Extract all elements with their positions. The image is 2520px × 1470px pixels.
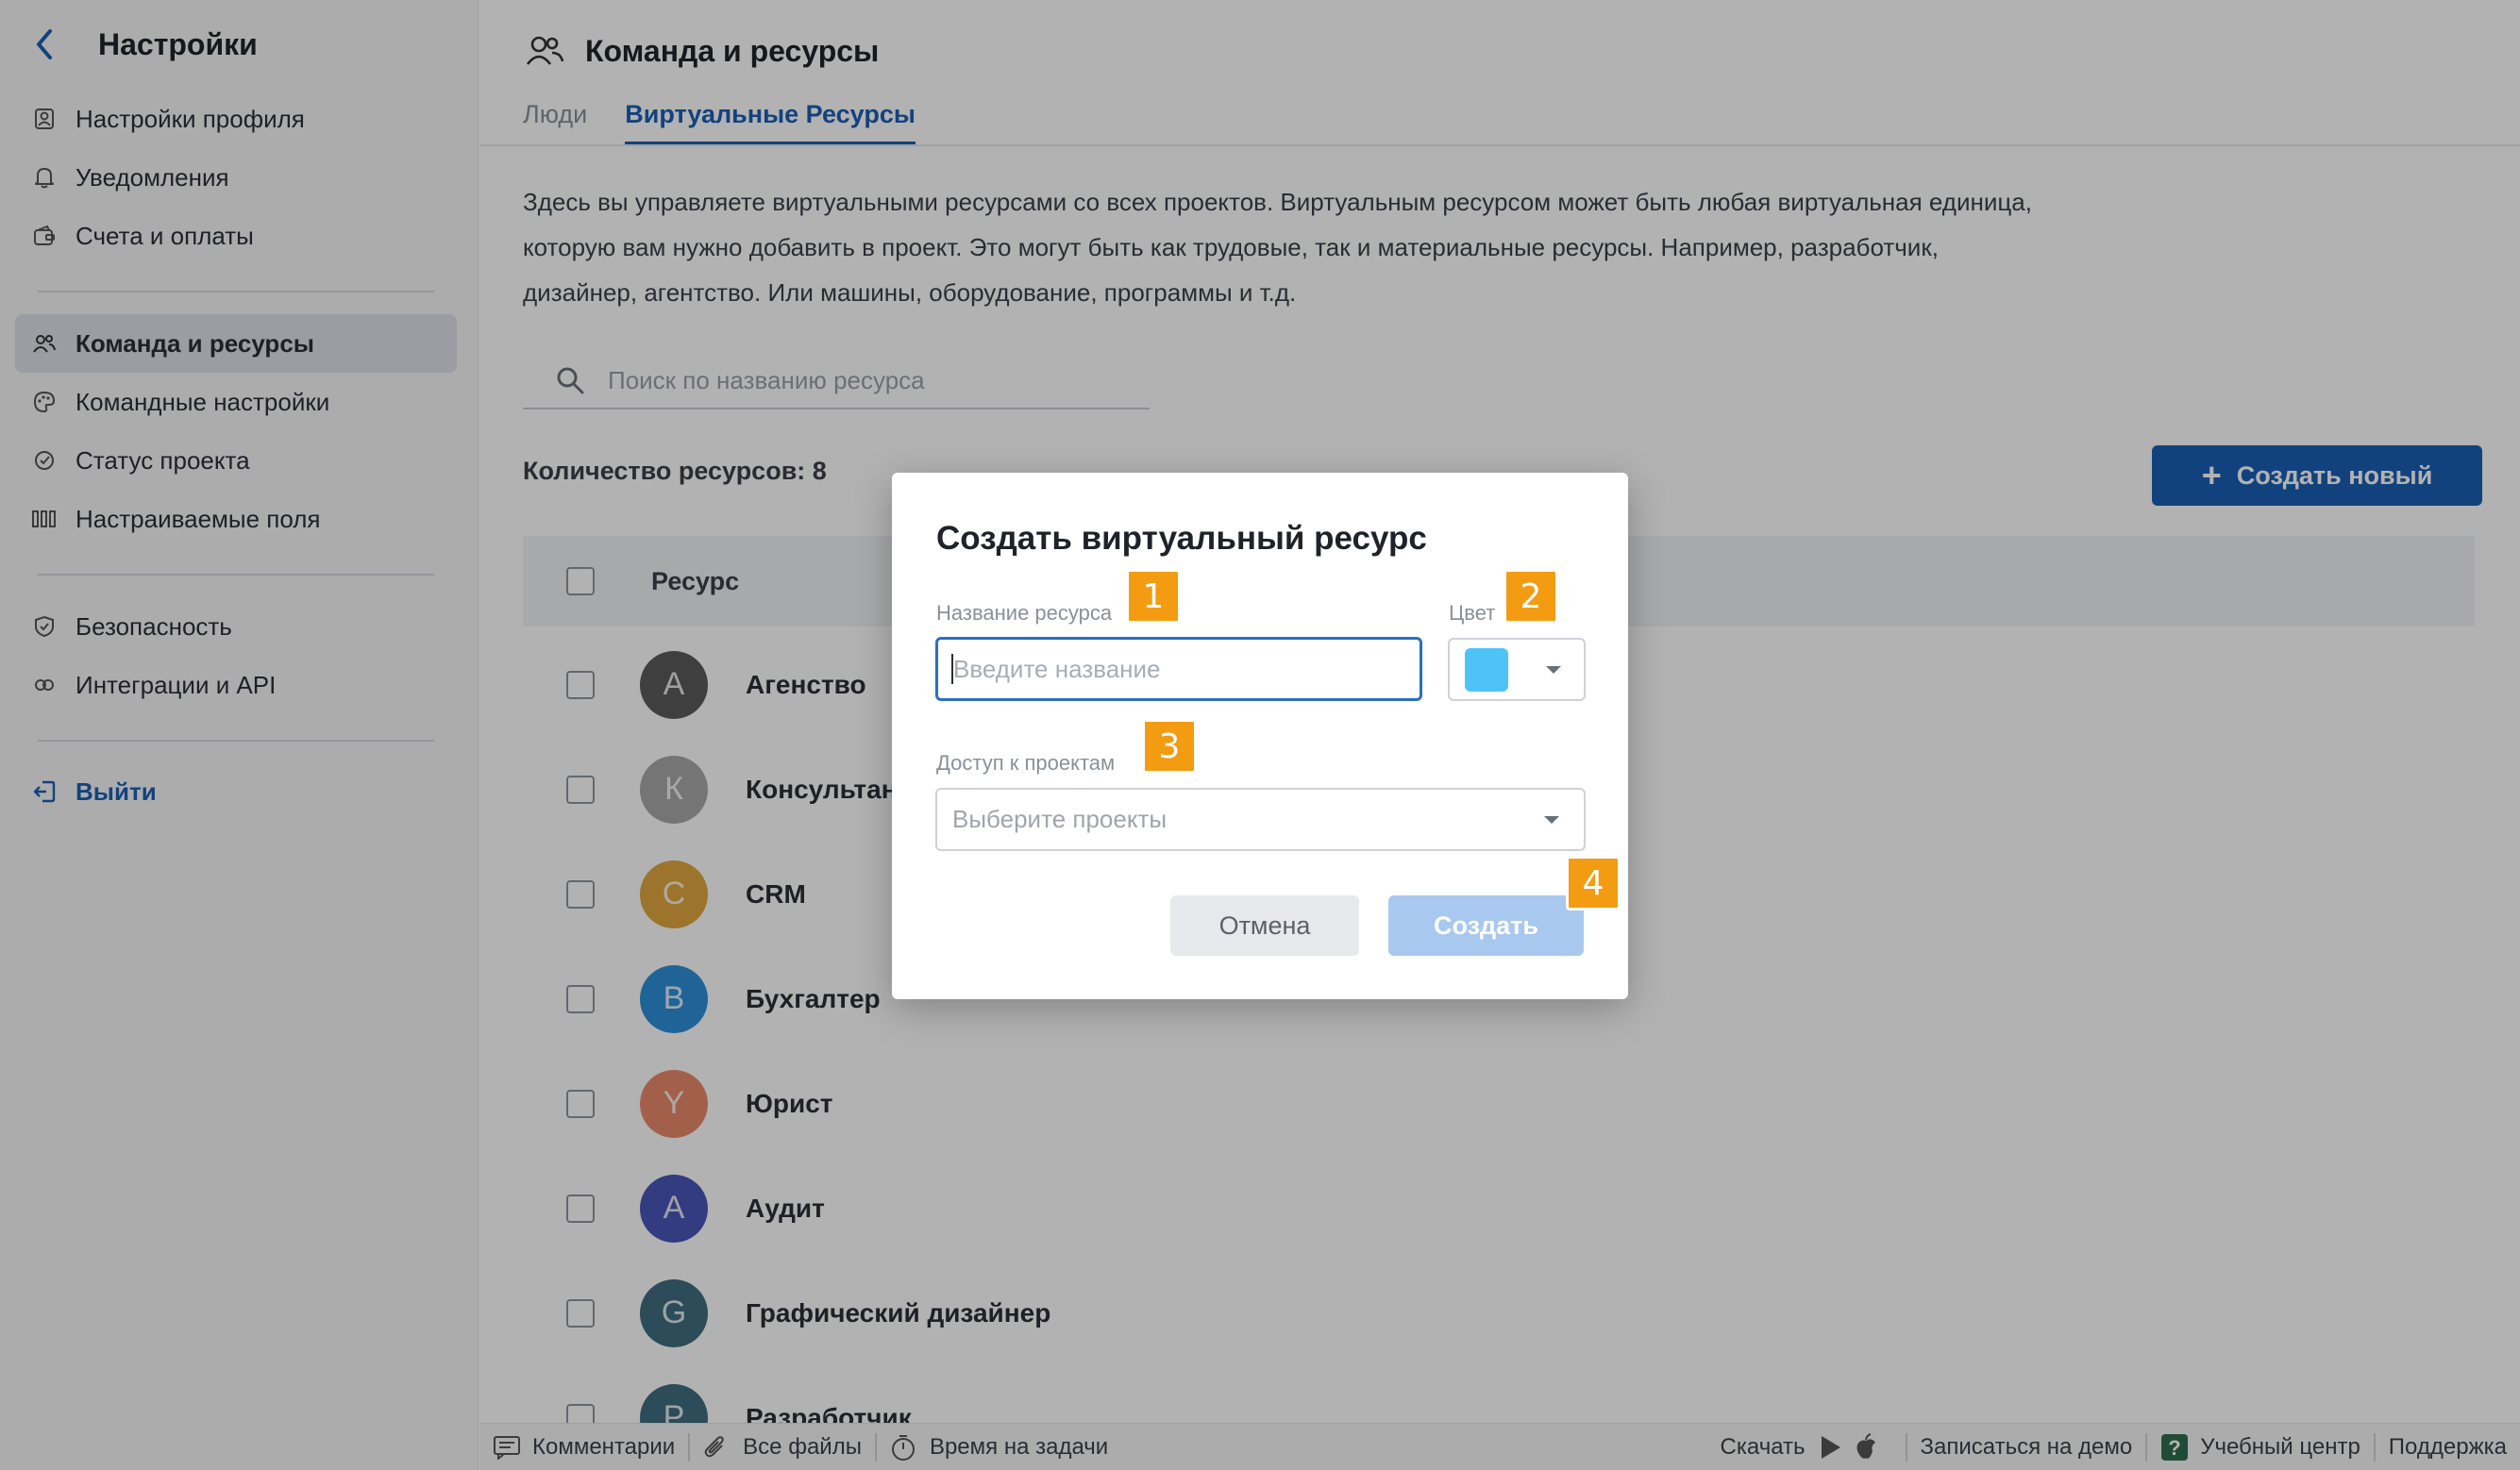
callout-badge: 3 — [1142, 719, 1197, 774]
color-label: Цвет — [1449, 601, 1496, 625]
color-swatch — [1465, 647, 1508, 692]
resource-name-field[interactable] — [935, 637, 1422, 701]
create-button[interactable]: Создать — [1388, 895, 1584, 956]
create-resource-dialog: Создать виртуальный ресурс Название ресу… — [892, 473, 1628, 999]
chevron-down-icon — [1544, 815, 1559, 824]
callout-badge: 4 — [1566, 856, 1621, 910]
callout-badge: 2 — [1504, 569, 1558, 624]
project-access-label: Доступ к проектам — [936, 751, 1116, 775]
callout-badge: 1 — [1126, 569, 1181, 624]
color-picker[interactable] — [1448, 638, 1586, 701]
resource-name-label: Название ресурса — [936, 601, 1113, 625]
cancel-button[interactable]: Отмена — [1170, 895, 1359, 956]
project-access-placeholder: Выберите проекты — [952, 805, 1168, 833]
project-access-select[interactable]: Выберите проекты — [935, 788, 1586, 851]
chevron-down-icon — [1546, 665, 1561, 674]
dialog-title: Создать виртуальный ресурс — [936, 520, 1427, 557]
resource-name-input[interactable] — [953, 654, 1406, 684]
